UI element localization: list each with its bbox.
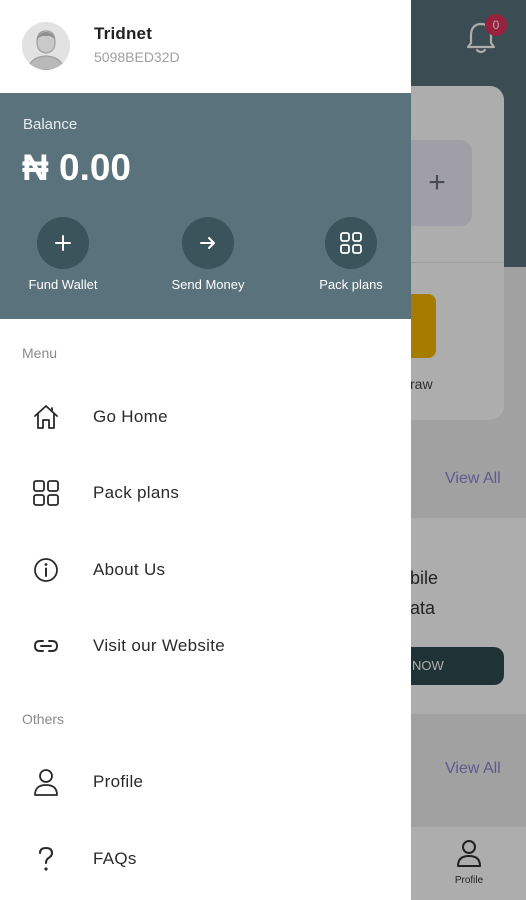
send-money-button[interactable]: Send Money — [153, 217, 263, 292]
grid-icon — [325, 217, 377, 269]
fund-wallet-label: Fund Wallet — [28, 277, 98, 292]
menu-item-label: Profile — [93, 772, 144, 791]
balance-amount: ₦ 0.00 — [22, 147, 132, 188]
pack-plans-action-label: Pack plans — [319, 277, 383, 292]
home-icon — [31, 402, 61, 432]
info-icon — [31, 555, 61, 585]
avatar[interactable] — [22, 22, 70, 70]
user-icon — [31, 767, 61, 797]
menu-item-label: FAQs — [93, 849, 137, 868]
question-icon — [31, 844, 61, 874]
balance-panel: Balance ₦ 0.00 Fund Wallet Send Money Pa… — [0, 93, 411, 319]
pack-plans-button[interactable]: Pack plans — [296, 217, 406, 292]
navigation-drawer: Tridnet 5098BED32D Balance ₦ 0.00 Fund W… — [0, 0, 411, 900]
menu-item-pack-plans[interactable]: Pack plans — [0, 465, 411, 521]
menu-item-label: Go Home — [93, 407, 168, 426]
arrow-right-icon — [182, 217, 234, 269]
menu-item-visit-website[interactable]: Visit our Website — [0, 618, 411, 674]
fund-wallet-button[interactable]: Fund Wallet — [8, 217, 118, 292]
menu-item-about-us[interactable]: About Us — [0, 542, 411, 598]
grid-icon — [31, 478, 61, 508]
menu-item-label: About Us — [93, 560, 166, 579]
balance-label: Balance — [23, 116, 78, 133]
menu-item-faqs[interactable]: FAQs — [0, 831, 411, 887]
menu-item-label: Pack plans — [93, 483, 180, 502]
others-section-label: Others — [22, 711, 65, 727]
drawer-user-header: Tridnet 5098BED32D — [0, 0, 411, 93]
link-icon — [31, 631, 61, 661]
user-name: Tridnet — [94, 24, 153, 43]
menu-item-profile[interactable]: Profile — [0, 754, 411, 810]
plus-icon — [37, 217, 89, 269]
send-money-label: Send Money — [171, 277, 245, 292]
user-id: 5098BED32D — [94, 49, 180, 65]
menu-item-go-home[interactable]: Go Home — [0, 389, 411, 445]
menu-item-label: Visit our Website — [93, 636, 226, 655]
menu-section-label: Menu — [22, 345, 58, 361]
